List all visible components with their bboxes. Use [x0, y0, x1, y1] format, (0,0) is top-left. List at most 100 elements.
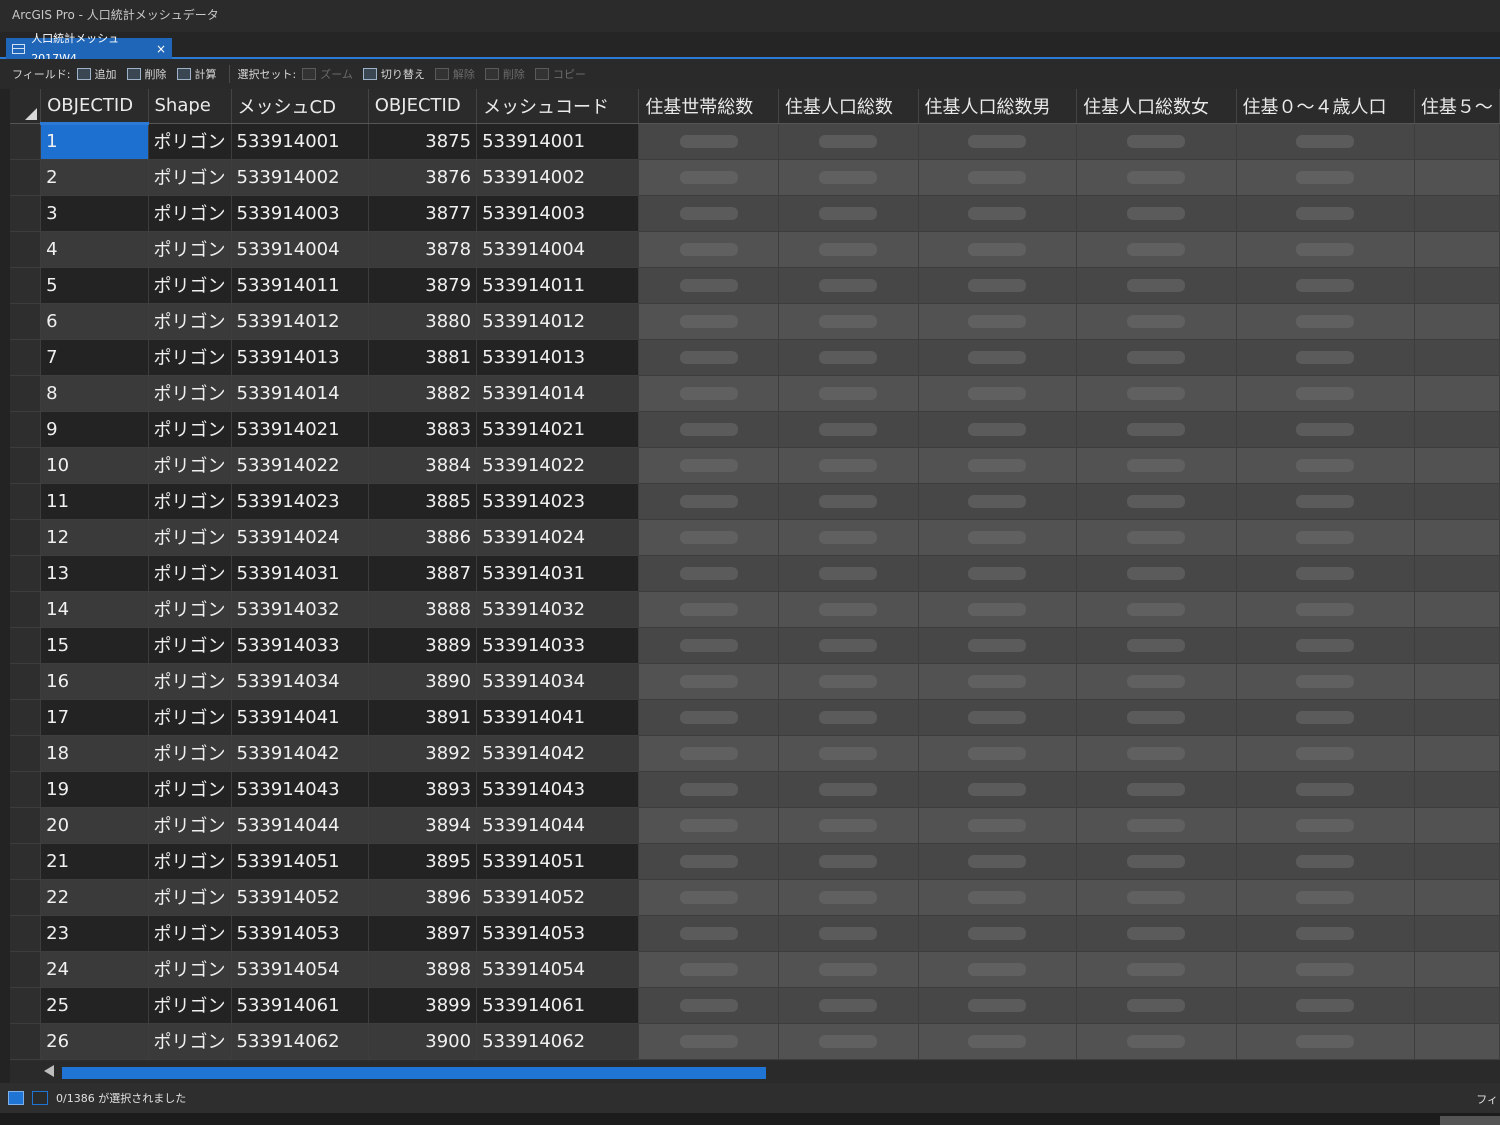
- table-row[interactable]: 11 ポリゴン 533914023 3885 533914023: [10, 483, 1500, 520]
- table-cell-obscured[interactable]: [778, 195, 919, 232]
- table-cell[interactable]: ポリゴン: [148, 987, 232, 1024]
- table-cell-obscured[interactable]: [1236, 591, 1415, 628]
- table-cell-obscured[interactable]: [778, 591, 919, 628]
- table-cell-obscured[interactable]: [918, 591, 1078, 628]
- row-selector[interactable]: [10, 519, 42, 556]
- column-header[interactable]: 住基世帯総数: [638, 89, 779, 124]
- table-cell-obscured[interactable]: [1076, 375, 1237, 412]
- table-cell-obscured[interactable]: [918, 159, 1078, 196]
- table-row[interactable]: 2 ポリゴン 533914002 3876 533914002: [10, 159, 1500, 196]
- table-cell-obscured[interactable]: [1076, 591, 1237, 628]
- close-icon[interactable]: ×: [156, 39, 166, 59]
- table-cell[interactable]: 4: [40, 231, 149, 268]
- column-header[interactable]: 住基人口総数男: [918, 89, 1078, 124]
- table-row[interactable]: 6 ポリゴン 533914012 3880 533914012: [10, 303, 1500, 340]
- column-header[interactable]: 住基５～: [1414, 89, 1500, 124]
- horizontal-scrollbar[interactable]: [10, 1061, 1500, 1083]
- table-cell-obscured[interactable]: [1076, 843, 1237, 880]
- table-cell-obscured[interactable]: [638, 375, 779, 412]
- table-cell[interactable]: ポリゴン: [148, 375, 232, 412]
- table-cell[interactable]: ポリゴン: [148, 123, 232, 160]
- table-cell-obscured[interactable]: [1076, 159, 1237, 196]
- table-row[interactable]: 17 ポリゴン 533914041 3891 533914041: [10, 699, 1500, 736]
- table-cell[interactable]: 533914053: [231, 915, 369, 952]
- table-cell-obscured[interactable]: [918, 555, 1078, 592]
- table-cell[interactable]: ポリゴン: [148, 303, 232, 340]
- table-cell[interactable]: ポリゴン: [148, 591, 232, 628]
- table-cell-obscured[interactable]: [1236, 1023, 1415, 1060]
- table-cell[interactable]: 533914032: [231, 591, 369, 628]
- table-cell-obscured[interactable]: [1076, 663, 1237, 700]
- table-cell[interactable]: 533914044: [476, 807, 640, 844]
- row-selector[interactable]: [10, 123, 42, 160]
- table-cell-obscured[interactable]: [778, 339, 919, 376]
- table-cell[interactable]: 533914061: [476, 987, 640, 1024]
- table-cell[interactable]: 533914044: [231, 807, 369, 844]
- table-cell-obscured[interactable]: [638, 159, 779, 196]
- table-cell[interactable]: 19: [40, 771, 149, 808]
- table-cell[interactable]: 18: [40, 735, 149, 772]
- table-cell[interactable]: 3: [40, 195, 149, 232]
- table-cell-obscured[interactable]: [918, 483, 1078, 520]
- column-header[interactable]: 住基人口総数女: [1076, 89, 1237, 124]
- table-cell-obscured[interactable]: [638, 447, 779, 484]
- table-row[interactable]: 7 ポリゴン 533914013 3881 533914013: [10, 339, 1500, 376]
- table-cell[interactable]: 1: [40, 123, 149, 160]
- table-cell-obscured[interactable]: [778, 735, 919, 772]
- table-cell-obscured[interactable]: [1414, 447, 1500, 484]
- table-cell-obscured[interactable]: [778, 951, 919, 988]
- table-cell[interactable]: ポリゴン: [148, 483, 232, 520]
- table-cell[interactable]: 25: [40, 987, 149, 1024]
- table-cell[interactable]: 533914003: [231, 195, 369, 232]
- table-cell[interactable]: 533914021: [231, 411, 369, 448]
- table-cell[interactable]: 533914034: [476, 663, 640, 700]
- table-cell[interactable]: 533914034: [231, 663, 369, 700]
- table-cell[interactable]: 3888: [368, 591, 478, 628]
- table-cell[interactable]: 23: [40, 915, 149, 952]
- table-cell[interactable]: 3893: [368, 771, 478, 808]
- table-cell-obscured[interactable]: [1414, 231, 1500, 268]
- table-cell[interactable]: 533914042: [231, 735, 369, 772]
- delete-field-button[interactable]: 削除: [126, 66, 167, 82]
- table-cell[interactable]: 533914021: [476, 411, 640, 448]
- row-selector[interactable]: [10, 807, 42, 844]
- table-cell-obscured[interactable]: [1414, 195, 1500, 232]
- table-row[interactable]: 14 ポリゴン 533914032 3888 533914032: [10, 591, 1500, 628]
- table-cell[interactable]: ポリゴン: [148, 267, 232, 304]
- row-selector[interactable]: [10, 159, 42, 196]
- table-cell-obscured[interactable]: [918, 843, 1078, 880]
- table-row[interactable]: 5 ポリゴン 533914011 3879 533914011: [10, 267, 1500, 304]
- table-cell-obscured[interactable]: [1414, 339, 1500, 376]
- table-cell-obscured[interactable]: [778, 771, 919, 808]
- table-cell[interactable]: 13: [40, 555, 149, 592]
- table-cell-obscured[interactable]: [918, 231, 1078, 268]
- table-cell[interactable]: 3883: [368, 411, 478, 448]
- table-cell-obscured[interactable]: [1076, 735, 1237, 772]
- table-cell-obscured[interactable]: [778, 807, 919, 844]
- table-cell-obscured[interactable]: [638, 987, 779, 1024]
- table-cell-obscured[interactable]: [1076, 447, 1237, 484]
- row-selector[interactable]: [10, 735, 42, 772]
- table-row[interactable]: 22 ポリゴン 533914052 3896 533914052: [10, 879, 1500, 916]
- row-selector[interactable]: [10, 375, 42, 412]
- table-cell-obscured[interactable]: [1236, 447, 1415, 484]
- table-cell-obscured[interactable]: [778, 375, 919, 412]
- table-cell-obscured[interactable]: [918, 195, 1078, 232]
- table-cell-obscured[interactable]: [1076, 627, 1237, 664]
- table-cell[interactable]: 533914032: [476, 591, 640, 628]
- table-cell[interactable]: 21: [40, 843, 149, 880]
- column-header[interactable]: メッシュCD: [231, 89, 369, 124]
- table-cell-obscured[interactable]: [1414, 699, 1500, 736]
- calculate-field-button[interactable]: 計算: [176, 66, 217, 82]
- table-cell[interactable]: 533914054: [476, 951, 640, 988]
- table-cell-obscured[interactable]: [918, 519, 1078, 556]
- table-cell[interactable]: 3898: [368, 951, 478, 988]
- table-cell[interactable]: ポリゴン: [148, 231, 232, 268]
- row-selector[interactable]: [10, 627, 42, 664]
- select-all-corner[interactable]: [10, 89, 42, 124]
- table-cell[interactable]: 533914004: [476, 231, 640, 268]
- table-cell-obscured[interactable]: [918, 915, 1078, 952]
- table-cell[interactable]: 533914002: [231, 159, 369, 196]
- table-cell[interactable]: 3894: [368, 807, 478, 844]
- table-cell[interactable]: ポリゴン: [148, 519, 232, 556]
